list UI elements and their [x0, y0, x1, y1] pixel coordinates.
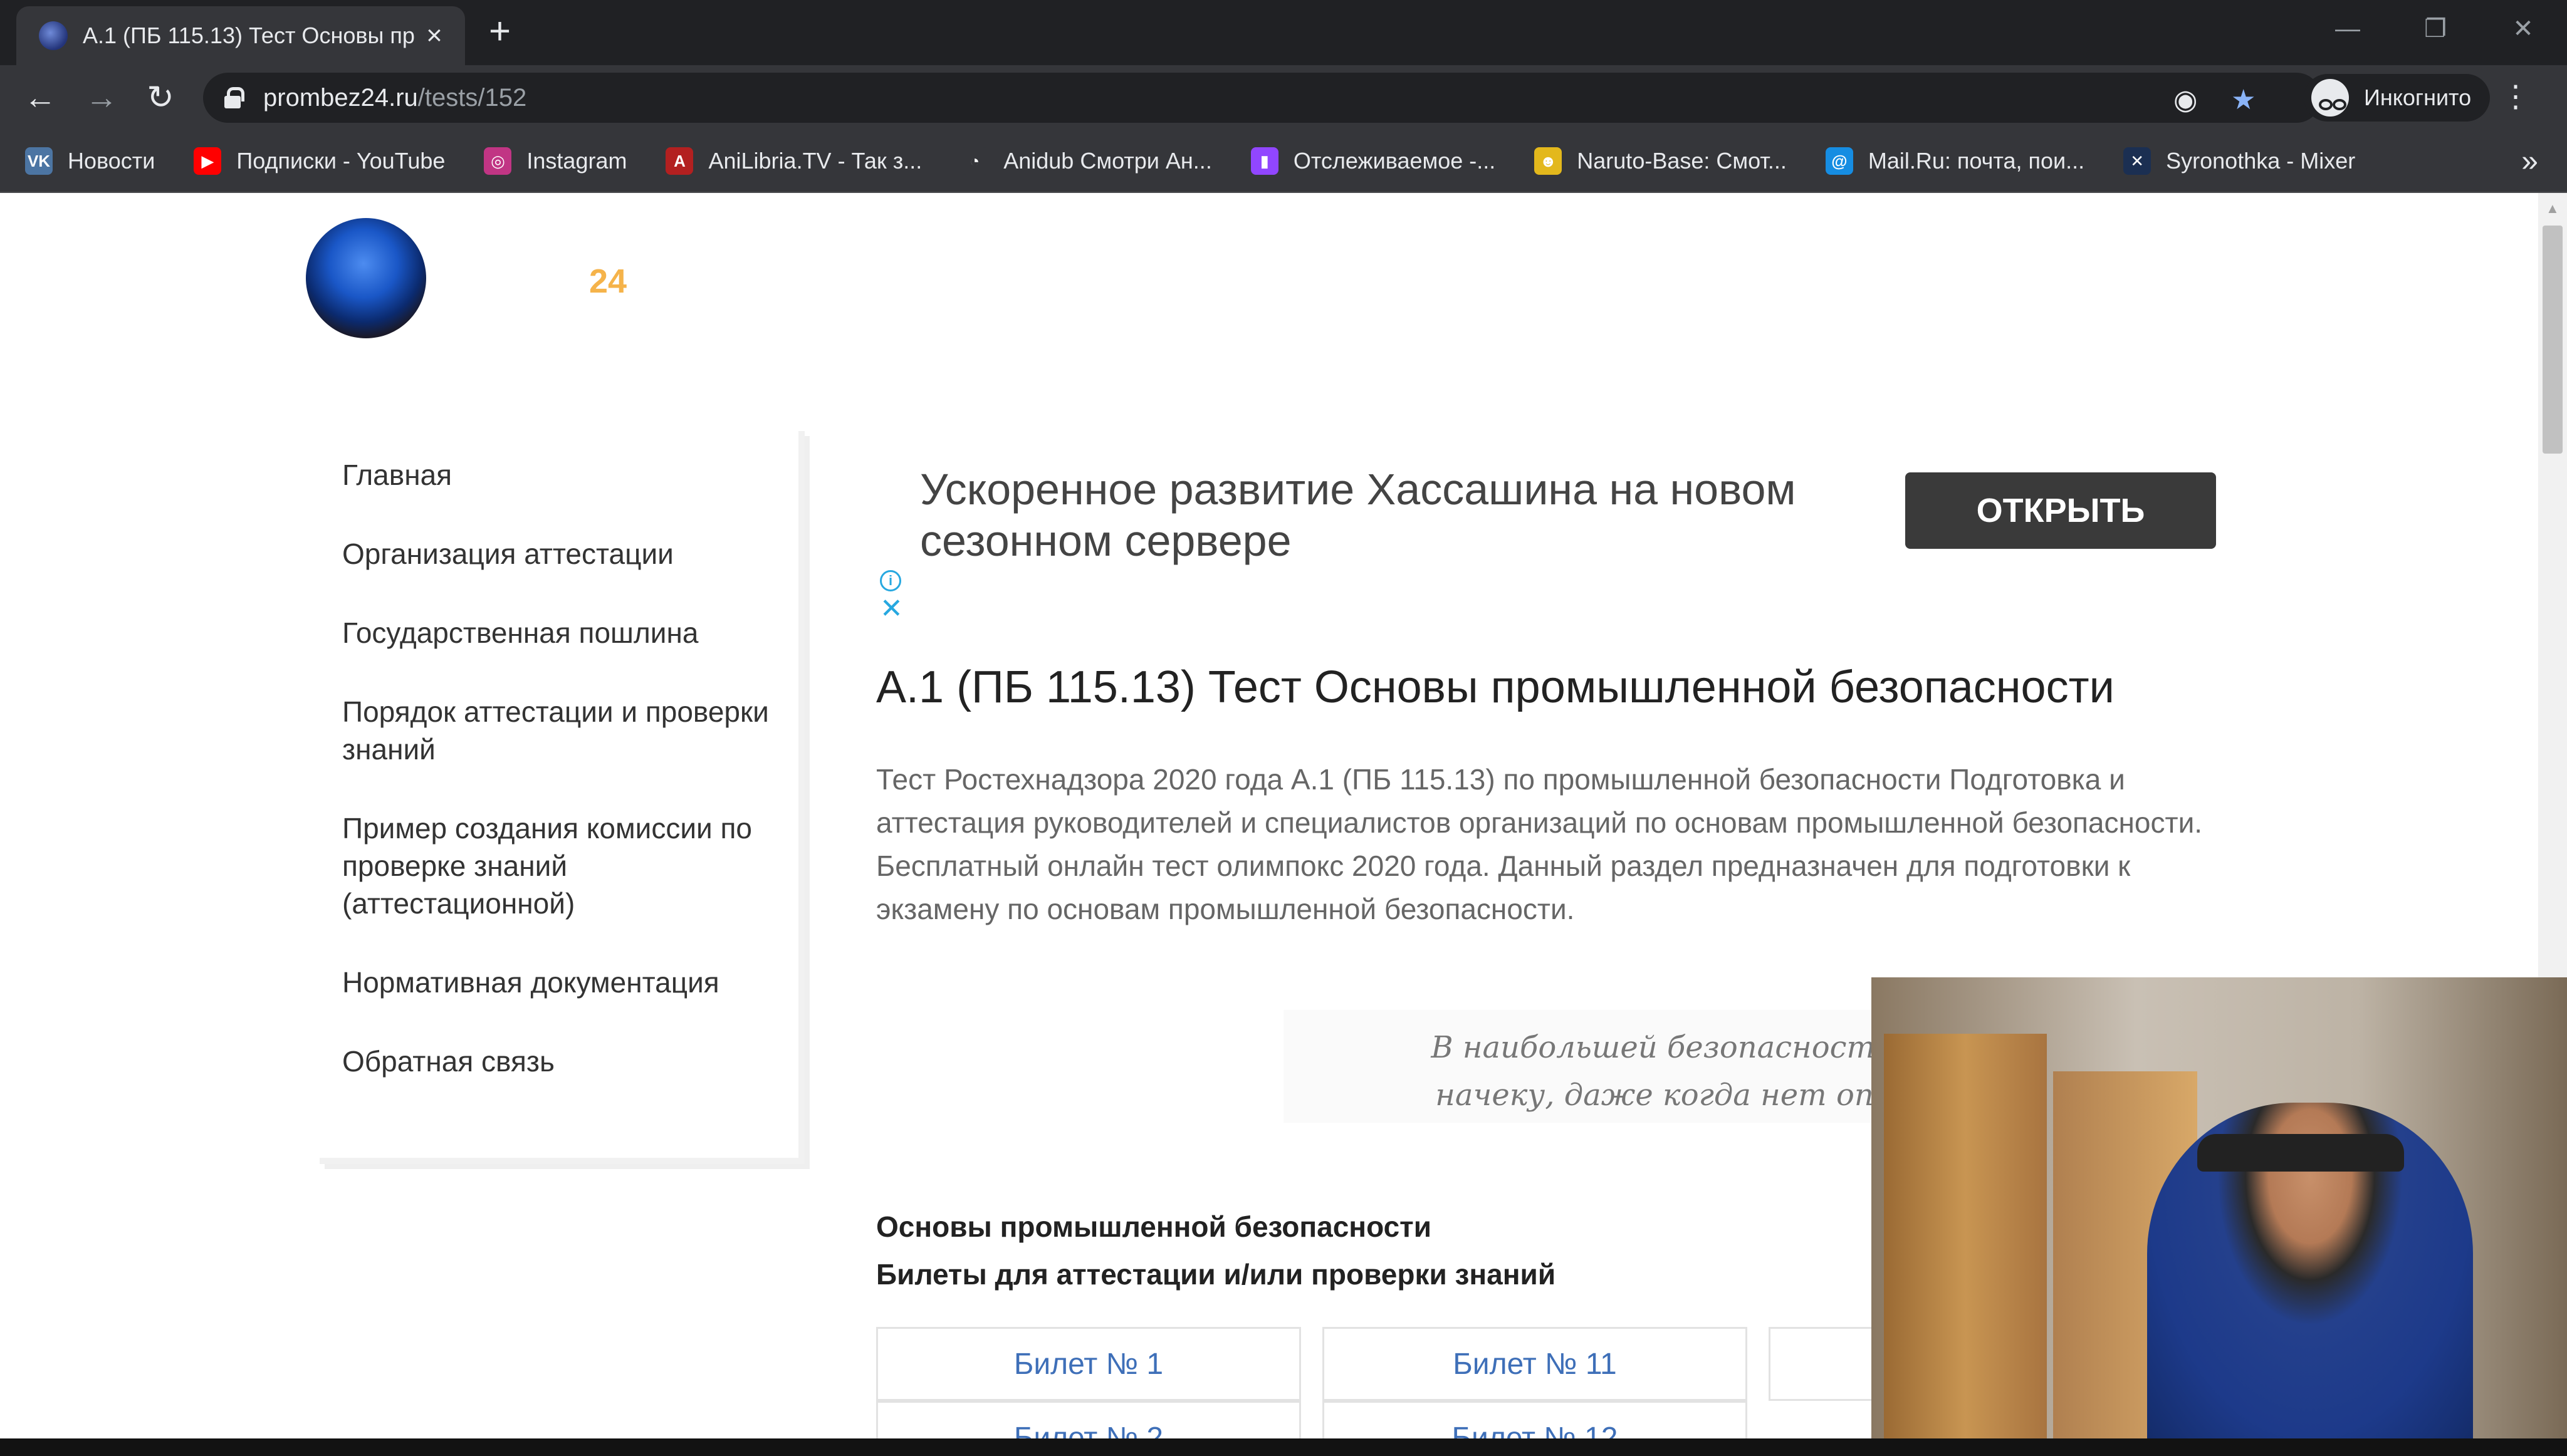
bookmark-label: AniLibria.TV - Так з... [708, 148, 923, 174]
page-title: А.1 (ПБ 115.13) Тест Основы промышленной… [876, 662, 2115, 712]
webcam-overlay [1871, 977, 2567, 1438]
intro-paragraph: Тест Ростехнадзора 2020 года А.1 (ПБ 115… [876, 763, 2203, 925]
bookmarks-bar: VK Новости ▶ Подписки - YouTube ◎ Instagram A A… [0, 130, 2567, 193]
naruto-icon: ☻ [1534, 147, 1562, 175]
site-favicon-icon [39, 21, 68, 50]
sidebar-item-feedback[interactable]: Обратная связь [342, 1043, 781, 1080]
ad-info-icon[interactable]: i [880, 570, 901, 591]
mailru-icon: @ [1825, 147, 1853, 175]
bookmark-item[interactable]: ◎ Instagram [484, 147, 627, 175]
sidebar-item-attestation-organization[interactable]: Организация аттестации [342, 535, 781, 573]
tab-strip: А.1 (ПБ 115.13) Тест Основы пр × + — ❐ ✕ [0, 0, 2567, 65]
scroll-thumb[interactable] [2543, 226, 2563, 454]
taskbar-edge [0, 1438, 2567, 1456]
ticket-link-12[interactable]: Билет № 12 [1322, 1401, 1747, 1438]
anilibria-icon: A [666, 147, 694, 175]
ticket-link-1[interactable]: Билет № 1 [876, 1327, 1301, 1401]
bookmark-label: Новости [68, 148, 155, 174]
ad-text: Ускоренное развитие Хассашина на новом с… [920, 465, 1796, 565]
bookmark-label: Подписки - YouTube [236, 148, 446, 174]
tab-close-icon[interactable]: × [419, 20, 450, 51]
reload-icon[interactable]: ↻ [139, 76, 182, 119]
bookmark-label: Naruto-Base: Смот... [1577, 148, 1787, 174]
bookmark-item[interactable]: ◔ Anidub Смотри Ан... [961, 147, 1212, 175]
url-path: /tests/152 [417, 83, 527, 112]
bookmark-item[interactable]: VK Новости [25, 147, 155, 175]
browser-menu-icon[interactable]: ⋮ [2501, 79, 2531, 114]
sidebar-item-commission-example[interactable]: Пример создания комиссии по проверке зна… [342, 809, 781, 922]
ticket-link-11[interactable]: Билет № 11 [1322, 1327, 1747, 1401]
webcam-headband [2197, 1134, 2404, 1172]
browser-tab-active[interactable]: А.1 (ПБ 115.13) Тест Основы пр × [16, 6, 465, 65]
ad-banner[interactable]: Ускоренное развитие Хассашина на новом с… [876, 457, 2224, 623]
vk-icon: VK [25, 147, 53, 175]
new-tab-button[interactable]: + [489, 13, 511, 50]
anidub-icon: ◔ [961, 147, 989, 175]
bookmark-item[interactable]: @ Mail.Ru: почта, пои... [1825, 147, 2085, 175]
bookmark-item[interactable]: A AniLibria.TV - Так з... [666, 147, 922, 175]
ad-close-icon[interactable]: ✕ [880, 595, 903, 623]
scroll-up-icon[interactable]: ▲ [2546, 200, 2559, 217]
site-logo-number: 24 [589, 263, 627, 300]
bookmark-label: Instagram [526, 148, 627, 174]
sidebar-item-attestation-procedure[interactable]: Порядок аттестации и проверки знаний [342, 693, 781, 768]
sidebar-item-state-fee[interactable]: Государственная пошлина [342, 614, 781, 652]
browser-toolbar: ← → ↻ prombez24.ru /tests/152 ◉ ★ Инкогн… [0, 65, 2567, 130]
webcam-door [1884, 1034, 2047, 1438]
tab-title: А.1 (ПБ 115.13) Тест Основы пр [83, 23, 415, 48]
instagram-icon: ◎ [484, 147, 512, 175]
section-title: Основы промышленной безопасности [876, 1210, 1431, 1243]
sidebar-item-home[interactable]: Главная [342, 456, 781, 494]
minimize-icon[interactable]: — [2304, 0, 2392, 58]
ad-open-button[interactable]: ОТКРЫТЬ [1905, 472, 2216, 549]
address-bar[interactable]: prombez24.ru /tests/152 ◉ ★ [203, 73, 2321, 123]
back-arrow-icon[interactable]: ← [19, 76, 61, 119]
close-window-icon[interactable]: ✕ [2479, 0, 2567, 58]
sidebar-menu: Главная Организация аттестации Государст… [320, 431, 805, 1164]
quote-block: В наибольшей безопасности то начеку, даж… [1284, 1010, 1951, 1123]
bookmark-label: Anidub Смотри Ан... [1003, 148, 1212, 174]
bookmark-item[interactable]: ☻ Naruto-Base: Смот... [1534, 147, 1787, 175]
forward-arrow-icon[interactable]: → [80, 76, 123, 119]
bookmark-label: Syronothka - Mixer [2166, 148, 2356, 174]
bookmark-label: Отслеживаемое -... [1293, 148, 1496, 174]
window-controls: — ❐ ✕ [2304, 0, 2567, 58]
sidebar-item-regulatory-docs[interactable]: Нормативная документация [342, 964, 781, 1001]
section-subtitle: Билеты для аттестации и/или проверки зна… [876, 1258, 1556, 1291]
bookmark-label: Mail.Ru: почта, пои... [1868, 148, 2085, 174]
bookmark-item[interactable]: ▮ Отслеживаемое -... [1250, 147, 1496, 175]
incognito-profile-button[interactable]: Инкогнито [2304, 74, 2491, 122]
incognito-icon [2311, 79, 2349, 117]
lock-icon[interactable] [224, 87, 244, 108]
url-host: prombez24.ru [263, 83, 418, 112]
restore-icon[interactable]: ❐ [2392, 0, 2479, 58]
tracking-blocked-eye-icon[interactable]: ◉ [2173, 84, 2197, 116]
site-logo[interactable] [306, 218, 426, 338]
incognito-label: Инкогнито [2364, 85, 2472, 110]
twitch-icon: ▮ [1250, 147, 1278, 175]
bookmarks-overflow-icon[interactable]: » [2521, 144, 2538, 179]
bookmark-item[interactable]: ▶ Подписки - YouTube [194, 147, 445, 175]
youtube-icon: ▶ [194, 147, 222, 175]
mixer-icon: ✕ [2123, 147, 2151, 175]
bookmark-item[interactable]: ✕ Syronothka - Mixer [2123, 147, 2355, 175]
bookmark-star-icon[interactable]: ★ [2231, 84, 2256, 116]
ticket-link-2[interactable]: Билет № 2 [876, 1401, 1301, 1438]
